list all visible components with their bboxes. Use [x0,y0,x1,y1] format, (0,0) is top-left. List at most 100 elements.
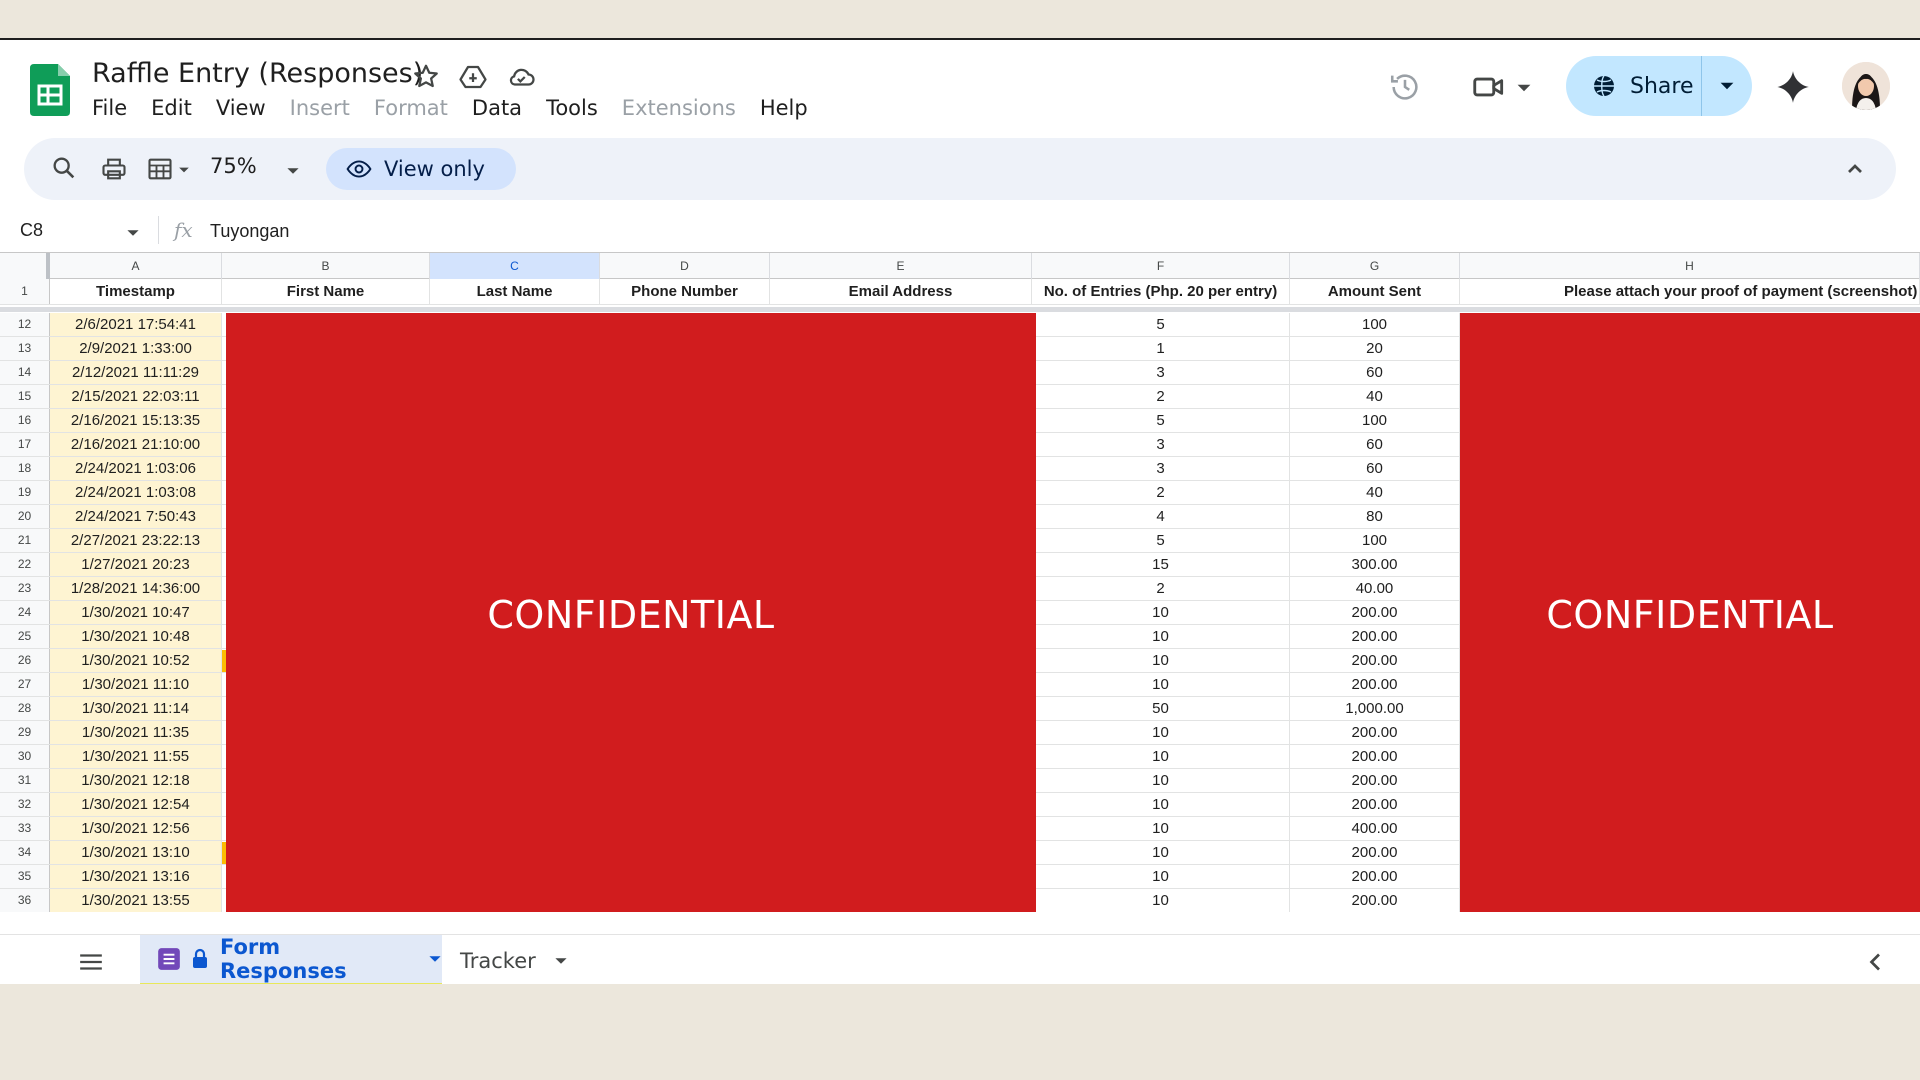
header-cell[interactable]: Email Address [770,279,1032,304]
amount-cell[interactable]: 200.00 [1290,793,1460,816]
entries-cell[interactable]: 10 [1032,841,1290,864]
menu-format[interactable]: Format [362,96,460,120]
row-number[interactable]: 25 [0,625,50,648]
timestamp-cell[interactable]: 1/30/2021 12:54 [50,793,222,816]
row-number[interactable]: 19 [0,481,50,504]
select-all-corner[interactable] [0,253,50,279]
all-sheets-menu-icon[interactable] [78,951,104,973]
row-number[interactable]: 34 [0,841,50,864]
entries-cell[interactable]: 10 [1032,601,1290,624]
header-cell[interactable]: Phone Number [600,279,770,304]
move-to-drive-icon[interactable] [458,62,488,92]
entries-cell[interactable]: 10 [1032,721,1290,744]
document-title[interactable]: Raffle Entry (Responses) [92,58,423,89]
timestamp-cell[interactable]: 1/30/2021 10:48 [50,625,222,648]
row-number[interactable]: 27 [0,673,50,696]
name-box[interactable]: C8 [20,220,43,241]
row-number[interactable]: 1 [0,279,50,304]
formula-input[interactable]: Tuyongan [210,221,289,242]
header-cell[interactable]: Amount Sent [1290,279,1460,304]
menu-view[interactable]: View [204,96,278,120]
cloud-saved-icon[interactable] [506,62,536,92]
entries-cell[interactable]: 50 [1032,697,1290,720]
amount-cell[interactable]: 200.00 [1290,769,1460,792]
share-button[interactable]: Share [1566,56,1752,116]
column-header-g[interactable]: G [1290,253,1460,279]
entries-cell[interactable]: 2 [1032,385,1290,408]
zoom-select[interactable]: 75% [210,154,257,178]
entries-cell[interactable]: 3 [1032,457,1290,480]
timestamp-cell[interactable]: 1/27/2021 20:23 [50,553,222,576]
row-number[interactable]: 33 [0,817,50,840]
amount-cell[interactable]: 200.00 [1290,721,1460,744]
sheets-logo-icon[interactable] [30,64,70,116]
entries-cell[interactable]: 10 [1032,649,1290,672]
entries-cell[interactable]: 10 [1032,865,1290,888]
row-number[interactable]: 30 [0,745,50,768]
table-view-chevron-icon[interactable] [178,164,190,176]
user-avatar[interactable] [1842,62,1890,110]
menu-insert[interactable]: Insert [278,96,362,120]
timestamp-cell[interactable]: 2/24/2021 1:03:08 [50,481,222,504]
row-number[interactable]: 29 [0,721,50,744]
row-number[interactable]: 20 [0,505,50,528]
menu-data[interactable]: Data [460,96,534,120]
meet-video-icon[interactable] [1470,68,1508,106]
zoom-chevron-down-icon[interactable] [286,164,300,178]
entries-cell[interactable]: 10 [1032,889,1290,912]
row-number[interactable]: 21 [0,529,50,552]
amount-cell[interactable]: 200.00 [1290,649,1460,672]
row-number[interactable]: 28 [0,697,50,720]
tab-tracker[interactable]: Tracker [460,935,568,984]
row-number[interactable]: 17 [0,433,50,456]
timestamp-cell[interactable]: 2/24/2021 1:03:06 [50,457,222,480]
amount-cell[interactable]: 300.00 [1290,553,1460,576]
meet-chevron-down-icon[interactable] [1516,80,1532,96]
timestamp-cell[interactable]: 2/6/2021 17:54:41 [50,313,222,336]
entries-cell[interactable]: 3 [1032,361,1290,384]
entries-cell[interactable]: 3 [1032,433,1290,456]
view-only-button[interactable]: View only [326,148,516,190]
tab-chevron-down-icon[interactable] [428,952,442,966]
amount-cell[interactable]: 20 [1290,337,1460,360]
amount-cell[interactable]: 200.00 [1290,865,1460,888]
header-cell[interactable]: First Name [222,279,430,304]
timestamp-cell[interactable]: 1/30/2021 11:35 [50,721,222,744]
row-number[interactable]: 14 [0,361,50,384]
timestamp-cell[interactable]: 2/16/2021 21:10:00 [50,433,222,456]
column-header-c[interactable]: C [430,253,600,279]
timestamp-cell[interactable]: 1/28/2021 14:36:00 [50,577,222,600]
amount-cell[interactable]: 80 [1290,505,1460,528]
share-dropdown-button[interactable] [1702,56,1752,116]
entries-cell[interactable]: 10 [1032,793,1290,816]
entries-cell[interactable]: 10 [1032,625,1290,648]
row-number[interactable]: 15 [0,385,50,408]
share-main-button[interactable]: Share [1566,56,1702,116]
row-number[interactable]: 26 [0,649,50,672]
entries-cell[interactable]: 1 [1032,337,1290,360]
amount-cell[interactable]: 400.00 [1290,817,1460,840]
header-cell[interactable]: Please attach your proof of payment (scr… [1460,279,1920,304]
amount-cell[interactable]: 60 [1290,361,1460,384]
amount-cell[interactable]: 200.00 [1290,673,1460,696]
timestamp-cell[interactable]: 1/30/2021 11:14 [50,697,222,720]
header-cell[interactable]: No. of Entries (Php. 20 per entry) [1032,279,1290,304]
timestamp-cell[interactable]: 1/30/2021 12:18 [50,769,222,792]
amount-cell[interactable]: 100 [1290,529,1460,552]
version-history-icon[interactable] [1388,70,1422,104]
entries-cell[interactable]: 5 [1032,313,1290,336]
timestamp-cell[interactable]: 1/30/2021 12:56 [50,817,222,840]
menu-extensions[interactable]: Extensions [610,96,748,120]
spreadsheet-grid[interactable]: ABCDEFGH 1 Timestamp First Name Last Name Ph… [0,252,1920,912]
tab-form-responses[interactable]: Form Responses [140,935,442,984]
timestamp-cell[interactable]: 1/30/2021 13:16 [50,865,222,888]
menu-edit[interactable]: Edit [139,96,204,120]
tab-tracker-chevron-down-icon[interactable] [554,954,568,968]
entries-cell[interactable]: 15 [1032,553,1290,576]
entries-cell[interactable]: 10 [1032,769,1290,792]
row-number[interactable]: 22 [0,553,50,576]
entries-cell[interactable]: 4 [1032,505,1290,528]
row-number[interactable]: 13 [0,337,50,360]
entries-cell[interactable]: 2 [1032,577,1290,600]
row-number[interactable]: 31 [0,769,50,792]
